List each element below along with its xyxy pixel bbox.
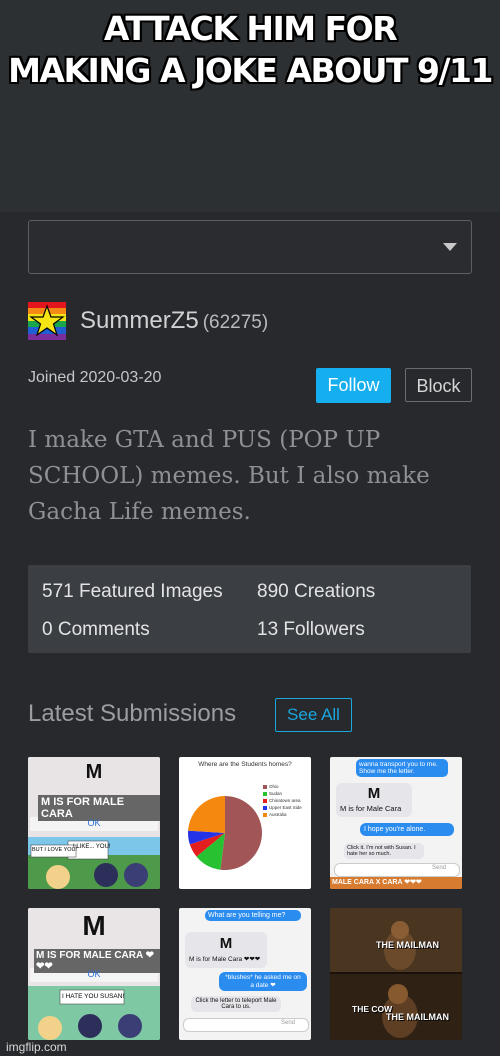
rainbow-star-avatar — [28, 302, 66, 340]
caption-line-1: ATTACK HIM FOR — [103, 9, 398, 48]
pie-slice-australia — [188, 796, 225, 833]
thumb5-letter-bubble: M M is for Male Cara ❤❤❤ — [185, 932, 267, 968]
pie-legend-swatch — [263, 798, 267, 803]
see-all-button[interactable]: See All — [275, 698, 352, 732]
pie-legend-label: Ohio — [269, 784, 279, 789]
pie-legend-item: Upper East Side — [263, 804, 302, 811]
pie-legend-swatch — [263, 791, 267, 796]
thumb3-footer: MALE CARA X CARA ❤❤❤ — [332, 879, 422, 886]
latest-submissions-heading: Latest Submissions — [28, 700, 237, 727]
profile-bio: I make GTA and PUS (POP UP SCHOOL) memes… — [28, 427, 430, 525]
thumb3-bubble1: I hope you're alone. — [360, 823, 454, 836]
stat-creations[interactable]: 890 Creations — [257, 581, 375, 603]
pie-legend: Ohio Sudan Chinatown area Upper East Side Au… — [263, 783, 302, 818]
thumb3-letter-bubble: M M is for Male Cara — [336, 783, 412, 817]
profile-screen: SummerZ5 (62275) Joined 2020-03-20 Follow… — [0, 212, 500, 1056]
pie-legend-item: Ohio — [263, 783, 302, 790]
pie-legend-swatch — [263, 812, 267, 817]
thumb1-left-text: BUT I LOVE YOU! — [32, 847, 78, 853]
thumb6-label-1: THE MAILMAN — [376, 940, 439, 950]
username-text: SummerZ5 — [80, 307, 199, 334]
thumb5-body: M is for Male Cara ❤❤❤ — [189, 956, 261, 963]
thumb3-top-bubble: wanna transport you to me. Show me the l… — [356, 759, 448, 777]
pie-legend-label: Australia — [269, 812, 287, 817]
joined-date: Joined 2020-03-20 — [28, 369, 162, 386]
thumb1-letter: M — [85, 761, 103, 783]
points-count: (62275) — [202, 312, 269, 333]
stat-followers[interactable]: 13 Followers — [257, 619, 365, 641]
stat-featured-images[interactable]: 571 Featured Images — [42, 581, 223, 603]
thumb3-bubble2: Click it. I'm not with Susan. I hate her… — [344, 843, 424, 859]
block-button[interactable]: Block — [405, 368, 472, 402]
thumb1-ok: OK — [87, 818, 101, 828]
nav-dropdown[interactable] — [28, 220, 472, 274]
pie-legend-item: Sudan — [263, 790, 302, 797]
thumb4-ok: OK — [87, 969, 101, 979]
thumb3-letter: M — [367, 785, 381, 802]
stats-panel: 571 Featured Images 890 Creations 0 Comm… — [28, 565, 471, 653]
stat-comments[interactable]: 0 Comments — [42, 619, 150, 641]
thumb5-send: Send — [281, 1020, 296, 1026]
pie-legend-label: Upper East Side — [269, 805, 302, 810]
imgflip-watermark: imgflip.com — [6, 1040, 67, 1054]
thumb5-bubble2: Click the letter to teleport Male Cara t… — [191, 996, 281, 1012]
thumb5-bubble1: *blushes* he asked me on a date ❤ — [219, 972, 307, 991]
submission-thumb-1[interactable]: M M IS FOR MALE CARA OK BUT I LOVE YOU! … — [28, 757, 160, 889]
pie-legend-label: Chinatown area — [269, 798, 301, 803]
profile-username: SummerZ5 (62275) — [80, 307, 268, 335]
submission-thumb-4[interactable]: M M IS FOR MALE CARA ❤❤❤ OK I HATE YOU S… — [28, 908, 160, 1040]
chevron-down-icon — [443, 243, 457, 251]
pie-legend-swatch — [263, 805, 267, 810]
thumb3-body: M is for Male Cara — [340, 804, 402, 813]
pie-legend-item: Australia — [263, 811, 302, 818]
follow-button[interactable]: Follow — [316, 368, 391, 403]
thumb1-right-text: I LIKE... YOU! — [73, 844, 111, 850]
pie-chart — [188, 796, 262, 870]
submission-thumb-6[interactable]: THE MAILMAN THE COW THE MAILMAN — [330, 908, 462, 1040]
caption-line-2: MAKING A JOKE ABOUT 9/11 — [8, 51, 493, 90]
thumb4-bottom-text: I HATE YOU SUSAN! — [62, 993, 125, 1000]
submission-thumb-3[interactable]: wanna transport you to me. Show me the l… — [330, 757, 462, 889]
avatar[interactable] — [28, 302, 66, 340]
submission-thumb-5[interactable]: What are you telling me? M M is for Male… — [179, 908, 311, 1040]
pie-legend-swatch — [263, 784, 267, 789]
thumb6-label-3: THE MAILMAN — [386, 1012, 449, 1022]
thumb4-letter: M — [82, 910, 106, 941]
thumb3-send: Send — [432, 865, 447, 871]
submission-thumb-2[interactable]: Where are the Students homes? Ohio Sudan C… — [179, 757, 311, 889]
thumb5-letter: M — [219, 935, 233, 952]
meme-caption-area: ATTACK HIM FOR MAKING A JOKE ABOUT 9/11 — [0, 0, 500, 212]
meme-caption: ATTACK HIM FOR MAKING A JOKE ABOUT 9/11 — [0, 8, 500, 92]
pie-legend-item: Chinatown area — [263, 797, 302, 804]
thumb5-top-bubble: What are you telling me? — [205, 910, 301, 921]
pie-legend-label: Sudan — [269, 791, 283, 796]
pie-slice-ohio — [220, 796, 262, 870]
